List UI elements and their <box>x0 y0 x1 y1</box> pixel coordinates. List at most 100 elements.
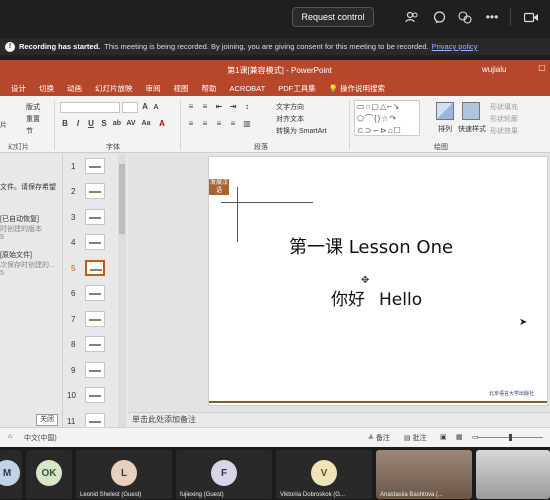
slide-title[interactable]: 第一课 Lesson One <box>289 233 453 259</box>
change-case-icon[interactable]: Aa <box>141 119 151 129</box>
layout-button[interactable]: 版式 <box>26 102 40 112</box>
notes-toggle[interactable]: ≜ 备注 <box>368 433 390 443</box>
request-control-button[interactable]: Request control <box>292 7 374 27</box>
user-name: wujialu <box>482 65 507 74</box>
decrease-indent-icon[interactable]: ⇤ <box>214 102 224 112</box>
avatar: L <box>111 460 137 486</box>
tab-animations[interactable]: 动画 <box>67 83 82 94</box>
slide-thumbnail[interactable]: 10 <box>63 387 123 407</box>
scrollbar-thumb[interactable] <box>119 164 125 234</box>
text-direction-button[interactable]: 文字方向 <box>276 102 304 112</box>
toolbar-divider <box>510 8 511 26</box>
zoom-slider-knob[interactable] <box>509 434 512 441</box>
slide-thumbnail[interactable]: 6 <box>63 285 123 305</box>
slide-thumbnail[interactable]: 4 <box>63 234 123 254</box>
arrange-icon[interactable] <box>436 102 454 120</box>
shadow-icon[interactable]: S <box>99 119 109 129</box>
people-icon[interactable] <box>404 9 420 25</box>
justify-icon[interactable]: ≡ <box>228 119 238 129</box>
strikethrough-icon[interactable]: ab <box>112 119 122 129</box>
thumbnail-image <box>85 234 105 250</box>
chat-icon[interactable] <box>431 9 447 25</box>
tell-me-search[interactable]: 💡 操作说明搜索 <box>329 83 385 94</box>
more-icon[interactable]: ••• <box>484 9 500 25</box>
participant-tile[interactable]: F fujiexing (Guest) <box>176 450 272 499</box>
slide-thumbnail[interactable]: 8 <box>63 336 123 356</box>
meeting-toolbar: Request control ••• <box>0 0 550 34</box>
subtitle-chinese: 你好 <box>331 290 365 310</box>
shape-fill-button[interactable]: 形状填充 <box>490 102 518 112</box>
current-slide[interactable]: 发展汉语 第一课 Lesson One 你好 Hello ✥ 北京语言大学出版社 <box>208 156 548 406</box>
slide-thumbnail-active[interactable]: 5 <box>63 260 123 280</box>
tab-view[interactable]: 视图 <box>174 83 189 94</box>
italic-icon[interactable]: I <box>73 119 83 129</box>
participant-tile[interactable]: M <box>0 450 22 499</box>
window-restore-icon[interactable]: ▢ <box>536 63 548 75</box>
participant-tile[interactable]: OK <box>26 450 72 499</box>
tab-slideshow[interactable]: 幻灯片放映 <box>95 83 133 94</box>
align-left-icon[interactable]: ≡ <box>186 119 196 129</box>
tab-review[interactable]: 审阅 <box>146 83 161 94</box>
thumbnail-scrollbar[interactable] <box>118 154 126 427</box>
participant-tile[interactable]: L Leonid Shelest (Guest) <box>76 450 172 499</box>
shape-outline-button[interactable]: 形状轮廓 <box>490 114 518 124</box>
grow-font-icon[interactable]: A <box>140 102 150 112</box>
font-size-field[interactable] <box>122 102 138 113</box>
thumbnail-image <box>85 387 105 403</box>
tab-acrobat[interactable]: ACROBAT <box>230 84 266 93</box>
recording-banner: ! Recording has started. This meeting is… <box>0 38 550 55</box>
privacy-policy-link[interactable]: Privacy policy <box>432 42 478 51</box>
close-recovery-button[interactable]: 关闭 <box>36 414 58 426</box>
tab-design[interactable]: 设计 <box>11 83 26 94</box>
arrange-button[interactable]: 排列 <box>438 124 452 134</box>
convert-smartart-button[interactable]: 转换为 SmartArt <box>276 126 327 136</box>
thumbnail-image <box>85 311 105 327</box>
slide-thumbnail[interactable]: 3 <box>63 209 123 229</box>
slide-subtitle[interactable]: 你好 Hello <box>331 285 422 310</box>
reactions-icon[interactable] <box>457 9 473 25</box>
comments-toggle[interactable]: ▤ 批注 <box>404 433 427 443</box>
language-status[interactable]: 中文(中国) <box>24 433 57 443</box>
new-slide-button[interactable]: 片 <box>0 120 7 130</box>
slide-thumbnail[interactable]: 2 <box>63 183 123 203</box>
slide-thumbnail[interactable]: 9 <box>63 362 123 382</box>
section-button[interactable]: 节 <box>26 126 33 136</box>
quick-styles-icon[interactable] <box>462 102 480 120</box>
shape-effects-button[interactable]: 形状效果 <box>490 126 518 136</box>
original-file-time: 5 <box>0 270 4 277</box>
align-text-button[interactable]: 对齐文本 <box>276 114 304 124</box>
columns-icon[interactable]: ▥ <box>242 119 252 129</box>
underline-icon[interactable]: U <box>86 119 96 129</box>
tab-help[interactable]: 帮助 <box>202 83 217 94</box>
slide-number: 8 <box>71 340 76 349</box>
self-video-tile[interactable] <box>476 450 550 499</box>
normal-view-icon[interactable]: ▣ <box>440 433 447 441</box>
align-right-icon[interactable]: ≡ <box>214 119 224 129</box>
slide-thumbnail[interactable]: 1 <box>63 158 123 178</box>
numbering-icon[interactable]: ≡ <box>200 102 210 112</box>
original-file-label[interactable]: [原始文件] <box>0 250 32 260</box>
char-spacing-icon[interactable]: AV <box>126 119 136 129</box>
quick-styles-button[interactable]: 快速样式 <box>458 124 486 134</box>
recovered-file-label[interactable]: [已自动恢复] <box>0 214 39 224</box>
align-center-icon[interactable]: ≡ <box>200 119 210 129</box>
sorter-view-icon[interactable]: ▦ <box>456 433 463 441</box>
font-color-icon[interactable]: A <box>157 119 167 129</box>
participant-tile[interactable]: V Viktoriia Dobroskok (G... <box>276 450 372 499</box>
shapes-gallery[interactable]: ▭○▢△⌐↘ ⬠⌒{}☆↷ ⊂⊃∽⊳⌂☐ <box>354 100 420 136</box>
reset-button[interactable]: 重置 <box>26 114 40 124</box>
tab-pdf-tools[interactable]: PDF工具集 <box>278 83 316 94</box>
shrink-font-icon[interactable]: A <box>151 103 161 113</box>
slide-thumbnail[interactable]: 7 <box>63 311 123 331</box>
camera-icon[interactable] <box>523 9 539 25</box>
tab-transitions[interactable]: 切换 <box>39 83 54 94</box>
line-spacing-icon[interactable]: ↕ <box>242 102 252 112</box>
participant-name: Leonid Shelest (Guest) <box>80 492 142 498</box>
accessibility-icon[interactable]: ⌂ <box>8 433 12 440</box>
bold-icon[interactable]: B <box>60 119 70 129</box>
notes-pane[interactable]: 单击此处添加备注 <box>128 412 550 427</box>
increase-indent-icon[interactable]: ⇥ <box>228 102 238 112</box>
font-name-field[interactable] <box>60 102 120 113</box>
bullets-icon[interactable]: ≡ <box>186 102 196 112</box>
participant-video-tile[interactable]: Anastasiia Bashtova (... <box>376 450 472 499</box>
